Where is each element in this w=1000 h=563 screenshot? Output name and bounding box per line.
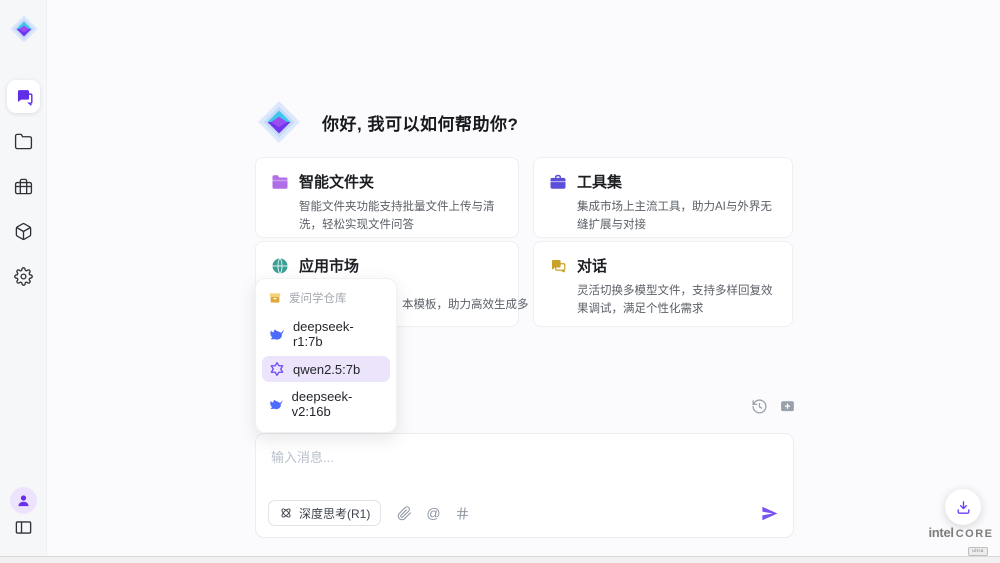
- briefcase-icon: [14, 177, 33, 196]
- globe-icon: [271, 257, 289, 275]
- send-button[interactable]: [760, 504, 779, 523]
- message-input[interactable]: [256, 434, 793, 486]
- card-description: 灵活切换多模型文件，支持多样回复效果调试，满足个性化需求: [577, 283, 780, 319]
- card-description: 集成市场上主流工具，助力AI与外界无缝扩展与对接: [577, 199, 780, 235]
- window-bottom-edge: [0, 556, 1000, 563]
- chat-bubbles-icon: [549, 257, 567, 275]
- message-composer: 深度思考(R1) @: [255, 433, 794, 538]
- model-option-deepseek-v2[interactable]: deepseek-v2:16b: [262, 384, 390, 424]
- greeting-block: 你好, 我可以如何帮助你?: [256, 99, 518, 145]
- card-toolset[interactable]: 工具集 集成市场上主流工具，助力AI与外界无缝扩展与对接: [533, 157, 793, 238]
- qwen-icon: [269, 361, 285, 377]
- folder-icon: [271, 173, 289, 191]
- app-logo: [9, 14, 39, 44]
- chat-icon: [14, 87, 33, 106]
- model-option-qwen[interactable]: qwen2.5:7b: [262, 356, 390, 382]
- briefcase-icon: [549, 173, 567, 191]
- brand-core: CORE: [956, 529, 994, 540]
- sidebar-item-settings[interactable]: [0, 267, 47, 286]
- panel-icon: [14, 518, 33, 537]
- sidebar-item-chat[interactable]: [7, 80, 40, 113]
- at-mention-icon[interactable]: @: [426, 506, 440, 520]
- user-avatar-icon: [16, 493, 31, 508]
- assistant-logo-icon: [256, 99, 302, 145]
- card-description-fragment: 本模板，助力高效生成多: [402, 296, 529, 312]
- sidebar-item-folders[interactable]: [0, 132, 47, 151]
- deep-think-toggle[interactable]: 深度思考(R1): [268, 500, 381, 526]
- folder-icon: [14, 132, 33, 151]
- model-dropdown-header: 爱问学仓库: [262, 286, 390, 312]
- sidebar: [0, 0, 47, 563]
- model-option-deepseek-r1[interactable]: deepseek-r1:7b: [262, 314, 390, 354]
- history-icon[interactable]: [751, 398, 768, 415]
- storage-box-icon: [268, 291, 282, 305]
- card-title: 对话: [577, 255, 607, 276]
- model-option-label: deepseek-v2:16b: [292, 389, 383, 419]
- model-repo-label: 爱问学仓库: [289, 290, 347, 306]
- sidebar-item-models[interactable]: [0, 222, 47, 241]
- new-chat-icon[interactable]: [779, 398, 796, 415]
- card-description: 智能文件夹功能支持批量文件上传与清洗，轻松实现文件问答: [299, 199, 506, 235]
- sidebar-item-toolbox[interactable]: [0, 177, 47, 196]
- paperclip-icon[interactable]: [397, 506, 412, 521]
- brand-intel: intel: [928, 526, 953, 539]
- card-title: 智能文件夹: [299, 171, 374, 192]
- sidebar-collapse-button[interactable]: [0, 518, 47, 537]
- download-icon: [955, 499, 972, 516]
- cube-icon: [14, 222, 33, 241]
- card-title: 应用市场: [299, 255, 359, 276]
- user-avatar[interactable]: [10, 487, 37, 514]
- deepseek-icon: [269, 396, 284, 412]
- atom-icon: [279, 506, 293, 520]
- card-smart-folder[interactable]: 智能文件夹 智能文件夹功能支持批量文件上传与清洗，轻松实现文件问答: [255, 157, 519, 238]
- greeting-title: 你好, 我可以如何帮助你?: [322, 110, 518, 135]
- app-window: 你好, 我可以如何帮助你? 智能文件夹 智能文件夹功能支持批量文件上传与清洗，轻…: [0, 0, 1000, 563]
- composer-toolbar: 深度思考(R1) @: [268, 500, 779, 526]
- send-icon: [760, 504, 779, 523]
- hash-icon[interactable]: [455, 506, 470, 521]
- deep-think-label: 深度思考(R1): [299, 505, 370, 522]
- model-option-label: deepseek-r1:7b: [293, 319, 383, 349]
- composer-attachments: @: [397, 506, 469, 521]
- intel-core-logo: intel CORE ultra: [926, 526, 996, 556]
- brand-ultra-badge: ultra: [968, 547, 987, 556]
- download-button[interactable]: [945, 489, 981, 525]
- model-dropdown-menu: 爱问学仓库 deepseek-r1:7b qwen2.5:7b deepseek…: [255, 278, 397, 433]
- conversation-tools: [751, 398, 796, 415]
- card-title: 工具集: [577, 171, 622, 192]
- model-option-label: qwen2.5:7b: [293, 362, 360, 377]
- card-dialogue[interactable]: 对话 灵活切换多模型文件，支持多样回复效果调试，满足个性化需求: [533, 241, 793, 327]
- deepseek-icon: [269, 326, 285, 342]
- gear-icon: [14, 267, 33, 286]
